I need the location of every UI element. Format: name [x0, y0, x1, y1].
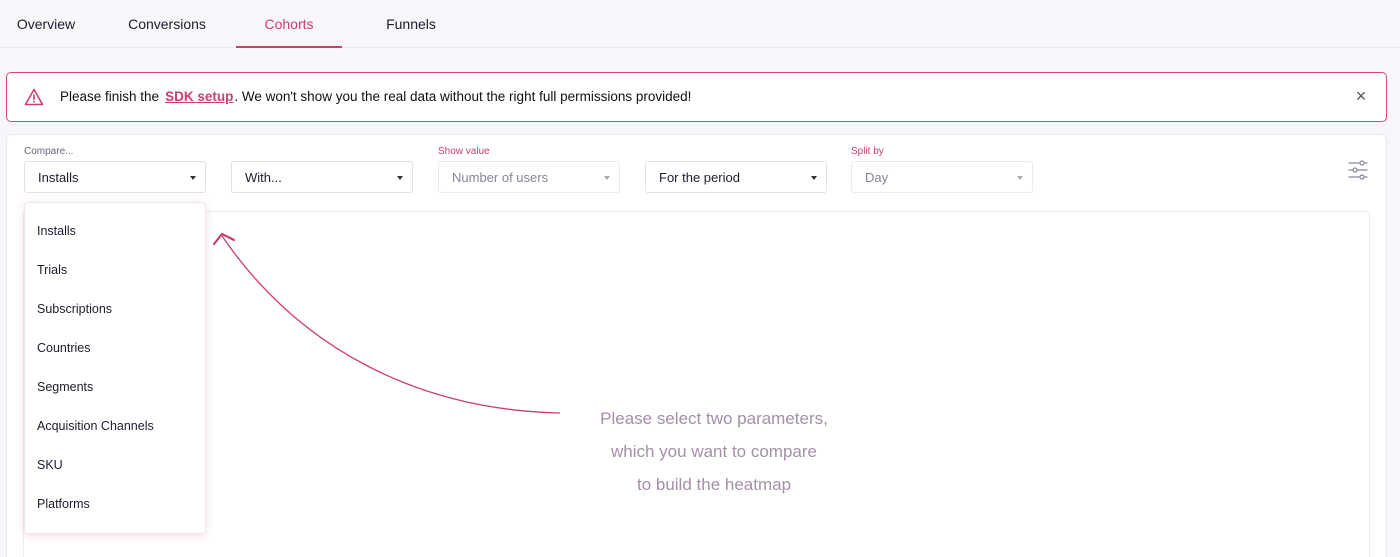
filter-settings-icon[interactable] [1347, 159, 1369, 181]
show-value-label: Show value [438, 146, 490, 157]
menu-item-subscriptions[interactable]: Subscriptions [37, 302, 112, 316]
empty-state-hint: Please select two parameters, which you … [564, 402, 864, 501]
hint-line-1: Please select two parameters, [600, 409, 828, 428]
menu-item-segments[interactable]: Segments [37, 380, 93, 394]
show-value-select-value: Number of users [452, 169, 549, 185]
chevron-down-icon [604, 176, 610, 180]
warning-icon [24, 88, 44, 106]
alert-message: Please finish the SDK setup. We won't sho… [60, 89, 691, 104]
alert-text-suffix: . We won't show you the real data withou… [234, 89, 692, 104]
alert-text-prefix: Please finish the [60, 89, 160, 104]
with-select-value: With... [245, 169, 282, 185]
show-value-select[interactable]: Number of users [438, 161, 620, 193]
compare-dropdown-menu: Installs Trials Subscriptions Countries … [24, 202, 206, 534]
chevron-down-icon [1017, 176, 1023, 180]
hint-line-3: to build the heatmap [636, 475, 792, 494]
tab-conversions[interactable]: Conversions [108, 0, 226, 47]
cohorts-panel: Compare... Installs With... Show value N… [6, 134, 1387, 557]
period-select[interactable]: For the period [645, 161, 827, 193]
tab-overview[interactable]: Overview [0, 0, 92, 47]
menu-item-acquisition-channels[interactable]: Acquisition Channels [37, 419, 154, 433]
tab-funnels[interactable]: Funnels [360, 0, 462, 47]
chevron-down-icon [190, 176, 196, 180]
split-by-label: Split by [851, 146, 884, 157]
with-select[interactable]: With... [231, 161, 413, 193]
compare-select-value: Installs [38, 169, 79, 185]
menu-item-countries[interactable]: Countries [37, 341, 91, 355]
period-select-value: For the period [659, 169, 740, 185]
menu-item-trials[interactable]: Trials [37, 263, 67, 277]
split-by-select-value: Day [865, 169, 889, 185]
menu-item-installs[interactable]: Installs [37, 224, 76, 238]
close-icon[interactable]: × [1352, 87, 1370, 105]
menu-item-platforms[interactable]: Platforms [37, 497, 90, 511]
sdk-setup-alert: Please finish the SDK setup. We won't sho… [6, 72, 1387, 122]
compare-select[interactable]: Installs [24, 161, 206, 193]
sdk-setup-link[interactable]: SDK setup [165, 89, 233, 104]
heatmap-placeholder: Please select two parameters, which you … [23, 211, 1370, 557]
tab-cohorts[interactable]: Cohorts [236, 0, 342, 48]
chevron-down-icon [397, 176, 403, 180]
compare-label: Compare... [24, 146, 74, 157]
split-by-select[interactable]: Day [851, 161, 1033, 193]
tab-bar: Overview Conversions Cohorts Funnels [0, 0, 1400, 48]
chevron-down-icon [811, 176, 817, 180]
page: Overview Conversions Cohorts Funnels Ple… [0, 0, 1400, 557]
menu-item-sku[interactable]: SKU [37, 458, 63, 472]
hint-line-2: which you want to compare [611, 442, 817, 461]
